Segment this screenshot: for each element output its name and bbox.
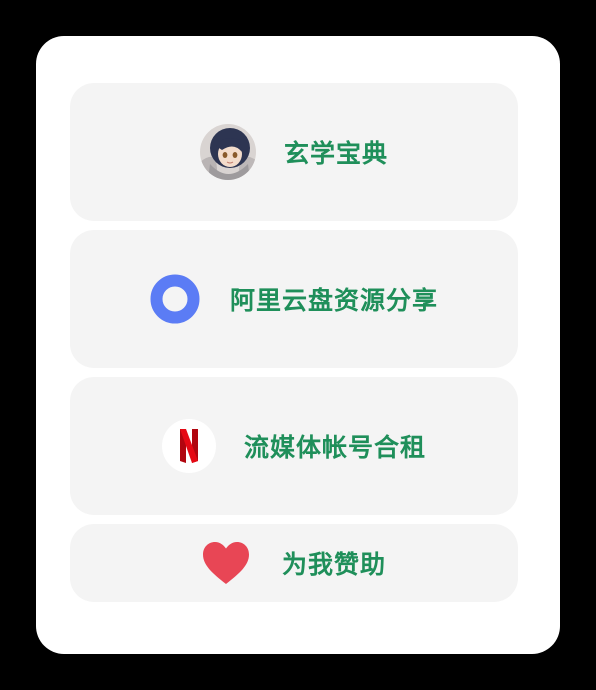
- netflix-icon: [161, 419, 216, 473]
- link-card: 玄学宝典 阿里云盘资源分享 流媒体帐号合租 为我赞助: [36, 36, 560, 654]
- link-label: 玄学宝典: [283, 139, 388, 168]
- link-label: 为我赞助: [281, 550, 386, 579]
- link-label: 流媒体帐号合租: [243, 433, 426, 462]
- ring-icon: [150, 274, 200, 324]
- link-aliyun-share[interactable]: 阿里云盘资源分享: [70, 230, 518, 368]
- link-xuanxue-baodian[interactable]: 玄学宝典: [70, 83, 518, 221]
- link-streaming-share[interactable]: 流媒体帐号合租: [70, 377, 518, 515]
- heart-icon: [202, 541, 250, 585]
- link-label: 阿里云盘资源分享: [229, 286, 438, 315]
- avatar-icon: [199, 124, 256, 180]
- link-sponsor[interactable]: 为我赞助: [70, 524, 518, 602]
